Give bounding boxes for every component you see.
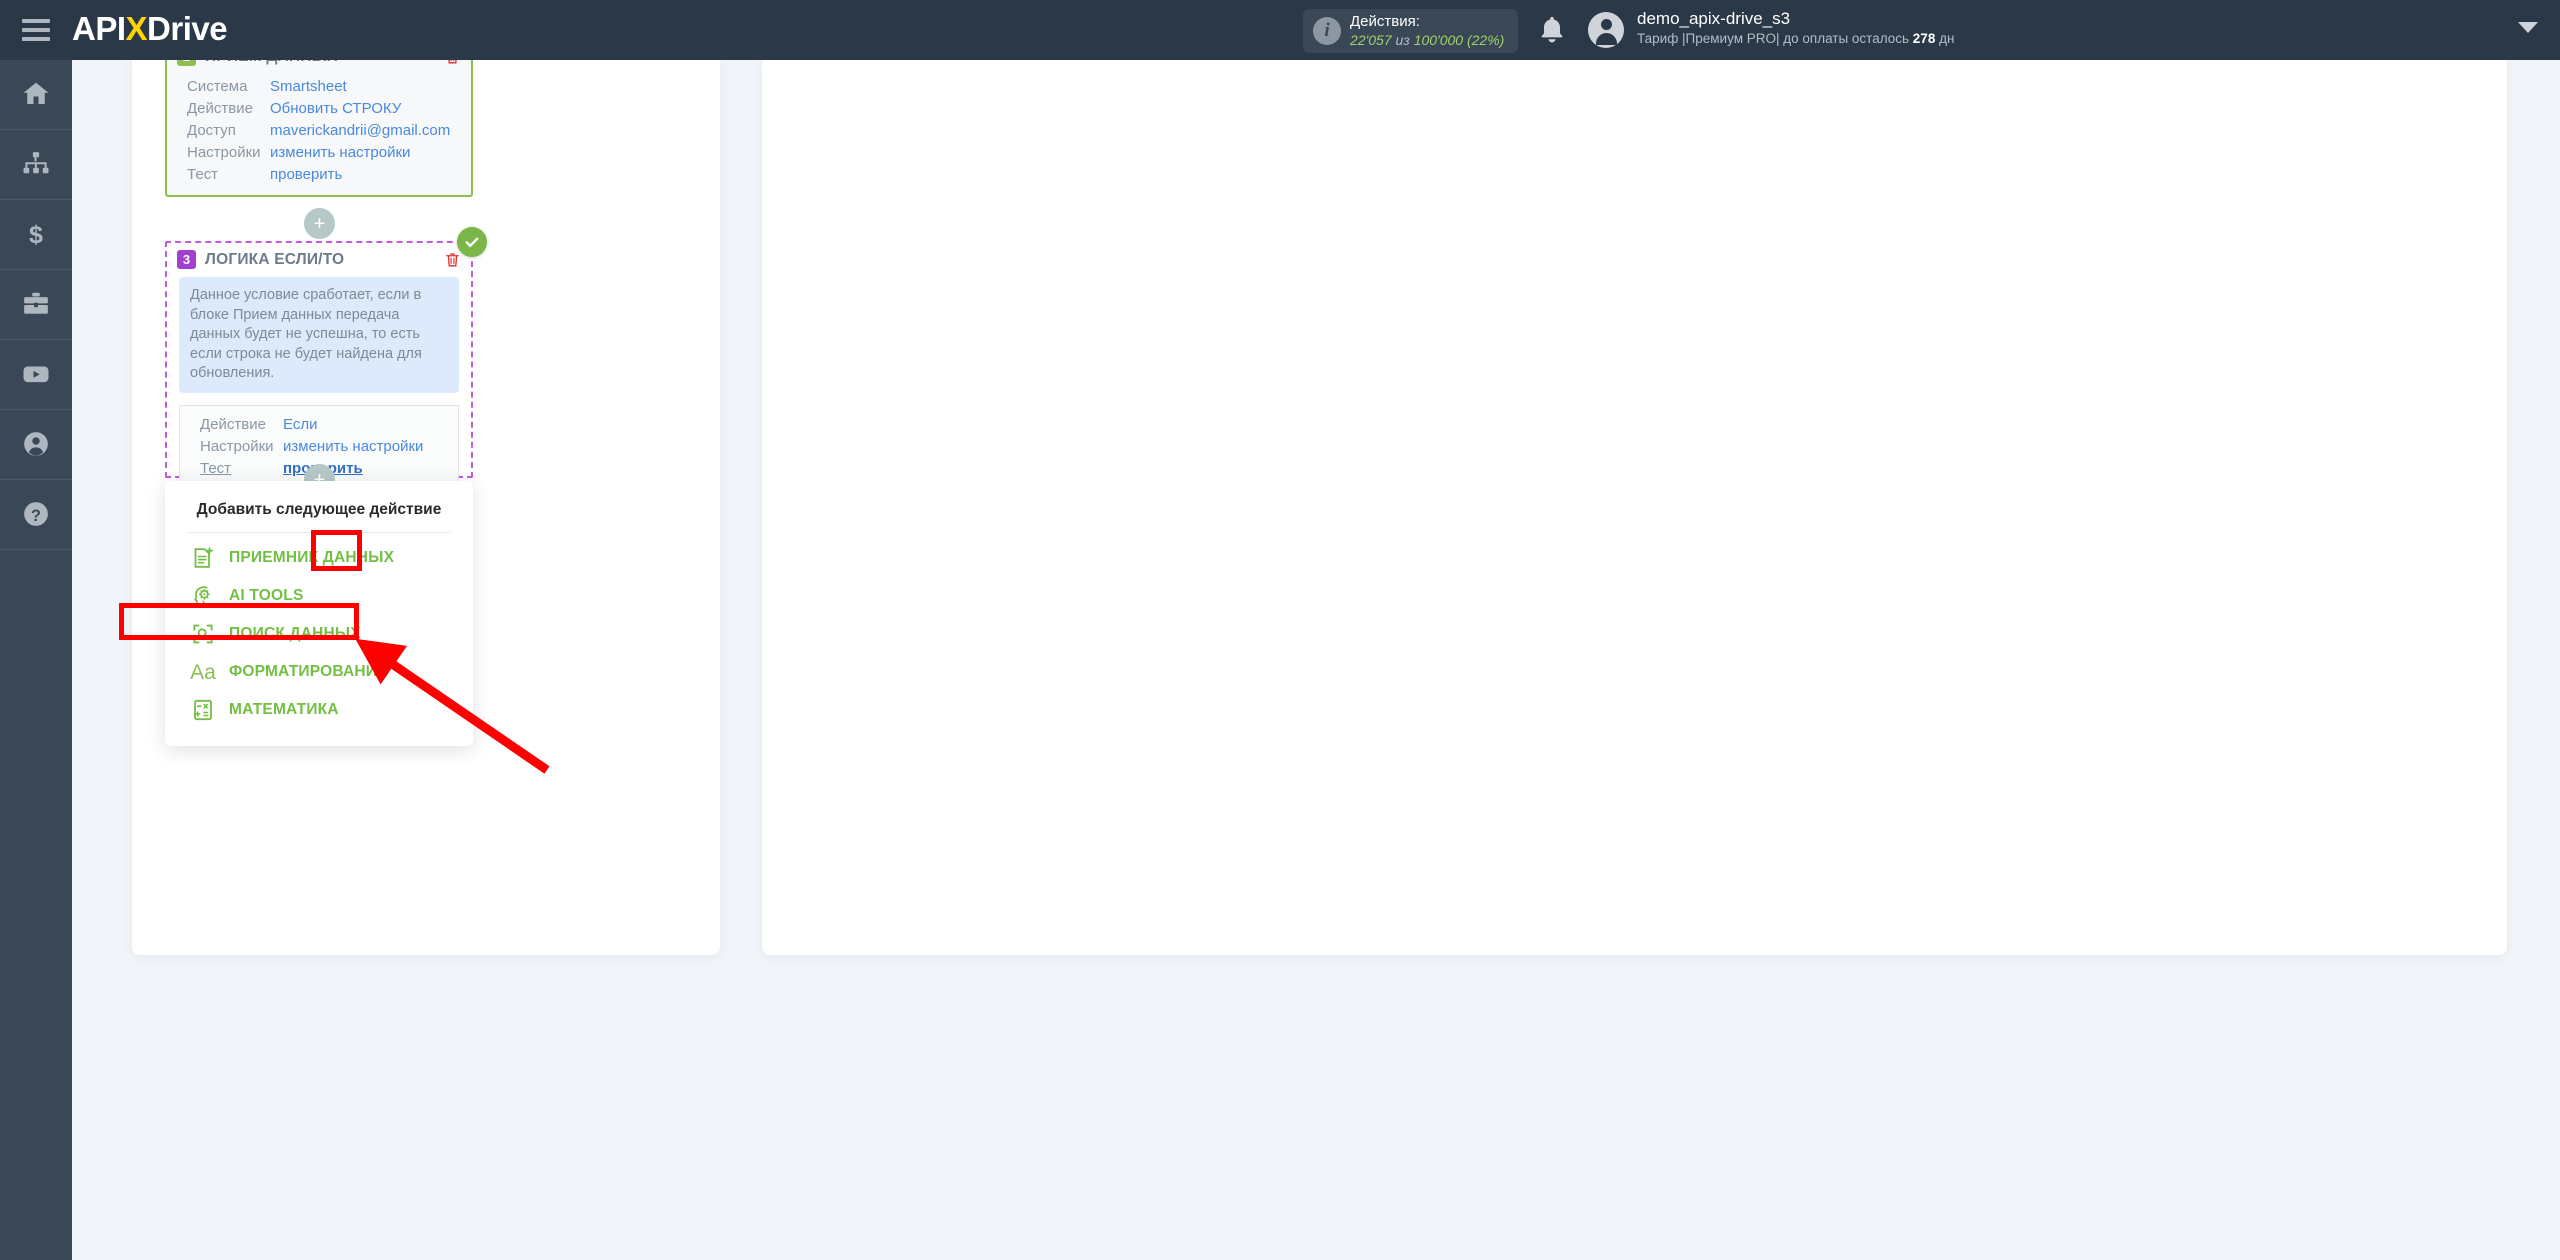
plan-suffix: дн	[1935, 31, 1955, 47]
sidebar-item-partners[interactable]	[0, 270, 72, 339]
plan-label: Тариф |Премиум PRO| до оплаты осталось 2…	[1637, 30, 1954, 48]
card2-step-badge: 3	[177, 250, 196, 269]
svg-text:?: ?	[31, 507, 41, 525]
delete-icon[interactable]	[444, 251, 461, 269]
flow-card-if-then[interactable]: 3 ЛОГИКА ЕСЛИ/ТО Данное условие сработае…	[165, 227, 487, 490]
dropdown-divider	[187, 532, 451, 533]
page-body: 2 ПРИЕМ ДАННЫХ Система Smartsheet Действ…	[72, 38, 2560, 1260]
briefcase-icon	[24, 292, 48, 314]
card1-row-test: Тест проверить	[187, 164, 471, 185]
card2-header: 3 ЛОГИКА ЕСЛИ/ТО	[167, 243, 471, 273]
flow-panel: 2 ПРИЕМ ДАННЫХ Система Smartsheet Действ…	[132, 38, 720, 955]
dropdown-item-data-receiver[interactable]: ПРИЕМНИК ДАННЫХ	[165, 539, 473, 577]
dollar-icon: $	[29, 221, 43, 249]
document-add-icon	[190, 545, 216, 571]
dropdown-title: Добавить следующее действие	[196, 501, 442, 518]
actions-quota-pill[interactable]: i Действия: 22'057 из 100'000 (22%)	[1303, 9, 1518, 53]
field-value[interactable]: проверить	[270, 164, 342, 185]
dropdown-item-label: МАТЕМАТИКА	[229, 701, 339, 718]
dropdown-item-math[interactable]: МАТЕМАТИКА	[165, 691, 473, 729]
card2-title: ЛОГИКА ЕСЛИ/ТО	[205, 250, 345, 268]
field-value[interactable]: изменить настройки	[270, 142, 410, 163]
actions-total: 100'000	[1413, 31, 1464, 48]
chevron-down-icon[interactable]	[2518, 22, 2538, 33]
field-key: Действие	[200, 415, 266, 433]
add-step-button-1[interactable]: +	[304, 208, 335, 239]
card2-row-settings: Настройки изменить настройки	[200, 436, 458, 457]
logo-x: X	[125, 10, 148, 47]
dropdown-item-data-search[interactable]: ПОИСК ДАННЫХ	[165, 615, 473, 653]
actions-used: 22'057	[1350, 31, 1392, 48]
card1-row-action: Действие Обновить СТРОКУ	[187, 98, 471, 119]
home-icon	[23, 82, 49, 104]
username-label: demo_apix-drive_s3	[1637, 9, 1791, 28]
sidebar-item-connections[interactable]	[0, 130, 72, 199]
sidebar-item-billing[interactable]: $	[0, 200, 72, 269]
dropdown-item-label: ПРИЕМНИК ДАННЫХ	[229, 549, 395, 566]
card1-row-access: Доступ maverickandrii@gmail.com	[187, 120, 471, 141]
plus-icon[interactable]: +	[304, 208, 335, 239]
status-check-badge	[457, 227, 487, 257]
logo-drive: Drive	[147, 10, 228, 47]
field-value[interactable]: Smartsheet	[270, 76, 347, 97]
field-key: Доступ	[187, 122, 236, 139]
sidebar-item-help[interactable]: ?	[0, 480, 72, 549]
flow-card-data-receive[interactable]: 2 ПРИЕМ ДАННЫХ Система Smartsheet Действ…	[165, 38, 473, 197]
card1-row-settings: Настройки изменить настройки	[187, 142, 471, 163]
top-bar: APIXDrive i Действия: 22'057 из 100'000 …	[0, 0, 2560, 60]
sidebar-item-profile[interactable]	[0, 410, 72, 479]
card2-row-action: Действие Если	[200, 414, 458, 435]
connections-icon	[23, 152, 49, 174]
calculator-icon	[190, 697, 216, 723]
field-key: Тест	[187, 166, 219, 183]
actions-quota-value: 22'057 из 100'000 (22%)	[1350, 32, 1504, 50]
ai-brain-icon	[190, 583, 216, 609]
right-detail-panel	[762, 60, 2507, 955]
search-scan-icon	[190, 621, 216, 647]
youtube-icon	[23, 366, 49, 383]
card1-row-system: Система Smartsheet	[187, 76, 471, 97]
dropdown-item-label: AI TOOLS	[229, 587, 304, 604]
dropdown-item-formatting[interactable]: Aa ФОРМАТИРОВАНИЕ	[165, 653, 473, 691]
svg-text:$: $	[29, 221, 43, 249]
plan-prefix: Тариф |Премиум PRO| до оплаты осталось	[1637, 31, 1913, 47]
avatar[interactable]	[1588, 12, 1624, 48]
field-value[interactable]: Обновить СТРОКУ	[270, 98, 401, 119]
field-value[interactable]: Если	[283, 414, 317, 435]
sidebar-item-home[interactable]	[0, 60, 72, 129]
bell-icon[interactable]	[1536, 14, 1568, 46]
dropdown-item-label: ФОРМАТИРОВАНИЕ	[229, 663, 388, 680]
field-key: Система	[187, 78, 248, 95]
user-icon	[24, 432, 48, 456]
field-value[interactable]: maverickandrii@gmail.com	[270, 120, 450, 141]
text-format-icon: Aa	[190, 660, 216, 684]
plan-days: 278	[1912, 31, 1936, 47]
dropdown-item-ai-tools[interactable]: AI TOOLS	[165, 577, 473, 615]
dropdown-item-label: ПОИСК ДАННЫХ	[229, 625, 361, 642]
info-icon: i	[1313, 17, 1341, 45]
field-key: Тест	[200, 459, 232, 477]
actions-quota-label: Действия:	[1350, 12, 1420, 30]
sidebar: $ ?	[0, 60, 72, 1260]
help-icon: ?	[24, 502, 48, 526]
card2-condition-note: Данное условие сработает, если в блоке П…	[179, 277, 459, 393]
user-info[interactable]: demo_apix-drive_s3 Тариф |Премиум PRO| д…	[1637, 8, 1954, 48]
card1-fields: Система Smartsheet Действие Обновить СТР…	[167, 70, 471, 195]
app-logo[interactable]: APIXDrive	[72, 10, 228, 48]
field-value[interactable]: изменить настройки	[283, 436, 423, 457]
hamburger-icon[interactable]	[0, 0, 72, 60]
field-key: Настройки	[200, 437, 274, 455]
logo-api: API	[72, 10, 126, 47]
actions-of: из	[1395, 31, 1410, 48]
field-key: Настройки	[187, 144, 261, 161]
sidebar-item-video[interactable]	[0, 340, 72, 409]
actions-percent: (22%)	[1466, 31, 1505, 48]
field-key: Действие	[187, 100, 253, 117]
add-action-dropdown: Добавить следующее действие ПРИЕМНИК ДАН…	[165, 481, 473, 746]
